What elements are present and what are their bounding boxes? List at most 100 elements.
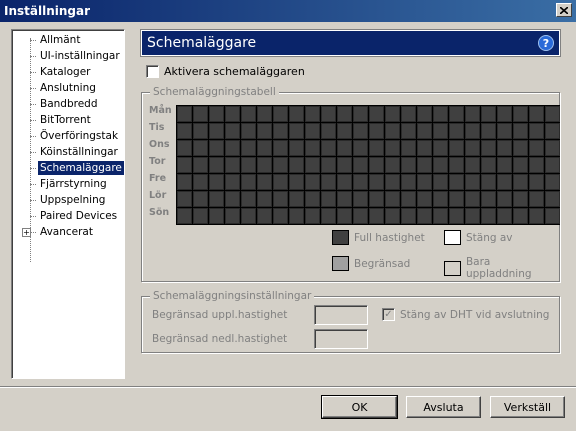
schedule-cell[interactable]	[497, 157, 512, 173]
schedule-cell[interactable]	[433, 191, 448, 207]
schedule-cell[interactable]	[417, 123, 432, 139]
schedule-cell[interactable]	[433, 157, 448, 173]
schedule-cell[interactable]	[513, 208, 528, 224]
schedule-cell[interactable]	[241, 140, 256, 156]
schedule-cell[interactable]	[513, 106, 528, 122]
schedule-cell[interactable]	[417, 140, 432, 156]
schedule-cell[interactable]	[289, 106, 304, 122]
schedule-cell[interactable]	[529, 140, 544, 156]
schedule-cell[interactable]	[369, 140, 384, 156]
schedule-cell[interactable]	[497, 123, 512, 139]
schedule-cell[interactable]	[353, 208, 368, 224]
schedule-cell[interactable]	[545, 208, 560, 224]
schedule-cell[interactable]	[433, 208, 448, 224]
schedule-cell[interactable]	[545, 157, 560, 173]
schedule-cell[interactable]	[289, 157, 304, 173]
schedule-cell[interactable]	[545, 140, 560, 156]
schedule-cell[interactable]	[529, 106, 544, 122]
schedule-cell[interactable]	[177, 174, 192, 190]
schedule-cell[interactable]	[241, 174, 256, 190]
schedule-cell[interactable]	[385, 174, 400, 190]
schedule-cell[interactable]	[529, 208, 544, 224]
schedule-cell[interactable]	[401, 123, 416, 139]
schedule-cell[interactable]	[545, 174, 560, 190]
schedule-cell[interactable]	[241, 123, 256, 139]
schedule-cell[interactable]	[481, 174, 496, 190]
schedule-cell[interactable]	[209, 157, 224, 173]
schedule-cell[interactable]	[369, 106, 384, 122]
schedule-cell[interactable]	[465, 208, 480, 224]
schedule-cell[interactable]	[385, 157, 400, 173]
legend-off[interactable]: Stäng av	[444, 230, 513, 245]
tree-item-koinstallningar[interactable]: Köinställningar	[30, 145, 120, 159]
schedule-cell[interactable]	[513, 140, 528, 156]
schedule-cell[interactable]	[177, 106, 192, 122]
schedule-cell[interactable]	[257, 157, 272, 173]
schedule-cell[interactable]	[193, 191, 208, 207]
tree-item-anslutning[interactable]: Anslutning	[30, 81, 98, 95]
schedule-cell[interactable]	[193, 106, 208, 122]
schedule-cell[interactable]	[321, 191, 336, 207]
schedule-cell[interactable]	[209, 208, 224, 224]
schedule-cell[interactable]	[273, 208, 288, 224]
schedule-cell[interactable]	[497, 106, 512, 122]
schedule-cell[interactable]	[225, 191, 240, 207]
schedule-cell[interactable]	[401, 191, 416, 207]
schedule-cell[interactable]	[481, 208, 496, 224]
schedule-cell[interactable]	[257, 191, 272, 207]
schedule-cell[interactable]	[385, 208, 400, 224]
schedule-cell[interactable]	[481, 191, 496, 207]
schedule-cell[interactable]	[417, 157, 432, 173]
schedule-cell[interactable]	[481, 106, 496, 122]
schedule-cell[interactable]	[321, 140, 336, 156]
schedule-cell[interactable]	[225, 174, 240, 190]
schedule-cell[interactable]	[449, 106, 464, 122]
schedule-cell[interactable]	[273, 174, 288, 190]
schedule-cell[interactable]	[273, 106, 288, 122]
schedule-cell[interactable]	[449, 123, 464, 139]
schedule-cell[interactable]	[321, 106, 336, 122]
disable-dht-row[interactable]: ✓ Stäng av DHT vid avslutning	[382, 308, 549, 321]
apply-button[interactable]: Verkställ	[490, 396, 565, 418]
schedule-grid[interactable]	[176, 105, 560, 225]
schedule-cell[interactable]	[385, 106, 400, 122]
schedule-cell[interactable]	[465, 123, 480, 139]
schedule-cell[interactable]	[529, 191, 544, 207]
schedule-cell[interactable]	[513, 123, 528, 139]
schedule-cell[interactable]	[449, 157, 464, 173]
schedule-cell[interactable]	[401, 208, 416, 224]
schedule-cell[interactable]	[401, 174, 416, 190]
schedule-cell[interactable]	[369, 191, 384, 207]
schedule-cell[interactable]	[369, 208, 384, 224]
schedule-cell[interactable]	[513, 174, 528, 190]
tree-item-allmant[interactable]: Allmänt	[30, 33, 82, 47]
schedule-cell[interactable]	[465, 157, 480, 173]
schedule-cell[interactable]	[433, 140, 448, 156]
schedule-cell[interactable]	[193, 140, 208, 156]
disable-dht-checkbox[interactable]: ✓	[382, 308, 395, 321]
schedule-cell[interactable]	[497, 191, 512, 207]
schedule-cell[interactable]	[257, 174, 272, 190]
schedule-cell[interactable]	[529, 174, 544, 190]
schedule-cell[interactable]	[529, 157, 544, 173]
schedule-cell[interactable]	[241, 157, 256, 173]
legend-limited[interactable]: Begränsad	[332, 256, 410, 271]
schedule-cell[interactable]	[481, 157, 496, 173]
schedule-cell[interactable]	[481, 123, 496, 139]
schedule-cell[interactable]	[337, 208, 352, 224]
schedule-cell[interactable]	[193, 157, 208, 173]
schedule-cell[interactable]	[497, 174, 512, 190]
schedule-cell[interactable]	[529, 123, 544, 139]
schedule-cell[interactable]	[289, 191, 304, 207]
tree-item-avancerat[interactable]: Avancerat	[30, 225, 95, 239]
schedule-cell[interactable]	[225, 123, 240, 139]
schedule-cell[interactable]	[353, 157, 368, 173]
schedule-cell[interactable]	[225, 157, 240, 173]
schedule-cell[interactable]	[513, 191, 528, 207]
tree-item-fjarrstyrning[interactable]: Fjärrstyrning	[30, 177, 109, 191]
schedule-cell[interactable]	[273, 157, 288, 173]
schedule-cell[interactable]	[385, 140, 400, 156]
schedule-cell[interactable]	[257, 123, 272, 139]
schedule-cell[interactable]	[273, 123, 288, 139]
schedule-cell[interactable]	[225, 140, 240, 156]
